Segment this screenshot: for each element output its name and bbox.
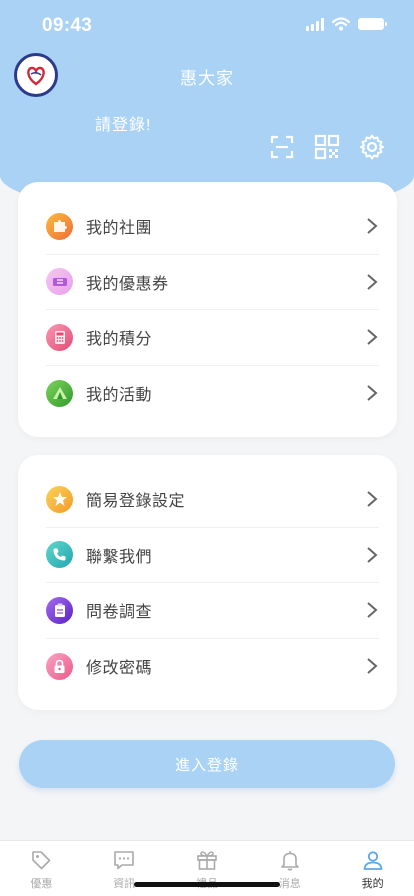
chat-icon	[114, 851, 134, 870]
chevron-right-icon	[367, 546, 378, 563]
qr-code-icon	[314, 134, 340, 160]
tent-icon	[46, 379, 73, 407]
menu-card-1: 我的社團 我的優惠券 我的積分 我的活動	[18, 182, 397, 437]
menu-item-contact-us[interactable]: 聯繫我們	[46, 528, 379, 583]
menu-item-label: 問卷調查	[86, 604, 153, 622]
user-icon	[363, 851, 382, 870]
tab-info[interactable]: 資訊	[83, 841, 166, 896]
menu-item-my-clubs[interactable]: 我的社團	[46, 199, 379, 255]
enter-login-button[interactable]: 進入登錄	[19, 740, 395, 788]
app-title: 惠大家	[180, 69, 234, 88]
tab-messages[interactable]: 消息	[248, 841, 331, 896]
menu-item-my-points[interactable]: 我的積分	[46, 310, 379, 366]
status-icons	[306, 17, 387, 31]
menu-item-change-password[interactable]: 修改密碼	[46, 639, 379, 695]
menu-item-label: 我的積分	[86, 331, 153, 349]
menu-item-label: 聯繫我們	[86, 548, 153, 566]
tab-offers[interactable]: 優惠	[0, 841, 83, 896]
chevron-right-icon	[367, 385, 378, 402]
chevron-right-icon	[367, 658, 378, 675]
menu-card-2: 簡易登錄設定 聯繫我們 問卷調查 修改密碼	[18, 455, 397, 710]
scan-icon	[270, 135, 294, 159]
tab-me[interactable]: 我的	[331, 841, 414, 896]
chevron-right-icon	[367, 329, 378, 346]
wifi-icon	[332, 17, 350, 31]
header-actions	[268, 133, 386, 161]
menu-item-label: 修改密碼	[86, 660, 153, 678]
menu-item-label: 我的活動	[86, 387, 153, 405]
login-prompt[interactable]: 請登錄!	[95, 111, 151, 135]
scan-button[interactable]	[268, 133, 296, 161]
gift-icon	[197, 851, 217, 870]
status-time: 09:43	[42, 15, 93, 36]
menu-item-label: 簡易登錄設定	[86, 493, 186, 511]
chevron-right-icon	[367, 491, 378, 508]
lock-icon	[46, 652, 73, 680]
menu-item-label: 我的優惠券	[86, 275, 169, 293]
tab-gifts[interactable]: 禮品	[166, 841, 249, 896]
tab-label: 優惠	[30, 878, 53, 890]
menu-item-easy-login-settings[interactable]: 簡易登錄設定	[46, 472, 379, 528]
phone-icon	[46, 541, 73, 569]
chevron-right-icon	[367, 218, 378, 235]
tag-icon	[32, 851, 51, 870]
clipboard-icon	[46, 596, 73, 624]
tab-label: 資訊	[113, 878, 136, 890]
battery-icon	[358, 18, 387, 30]
gear-icon	[360, 134, 384, 160]
chevron-right-icon	[367, 602, 378, 619]
menu-item-label: 我的社團	[86, 220, 153, 238]
home-indicator	[134, 882, 280, 887]
chevron-right-icon	[367, 273, 378, 290]
tab-bar: 優惠 資訊 禮品 消息 我的	[0, 840, 414, 896]
qr-code-button[interactable]	[313, 133, 341, 161]
signal-icon	[306, 17, 324, 31]
menu-item-my-activities[interactable]: 我的活動	[46, 366, 379, 422]
ticket-icon	[46, 268, 73, 296]
star-icon	[46, 485, 73, 513]
settings-button[interactable]	[358, 133, 386, 161]
bell-icon	[280, 851, 299, 871]
menu-item-survey[interactable]: 問卷調查	[46, 583, 379, 639]
menu-item-my-coupons[interactable]: 我的優惠券	[46, 255, 379, 310]
calculator-icon	[46, 323, 73, 351]
tab-label: 我的	[361, 878, 384, 890]
tab-label: 消息	[278, 878, 301, 890]
puzzle-icon	[46, 212, 73, 240]
status-bar: 09:43	[0, 0, 414, 50]
